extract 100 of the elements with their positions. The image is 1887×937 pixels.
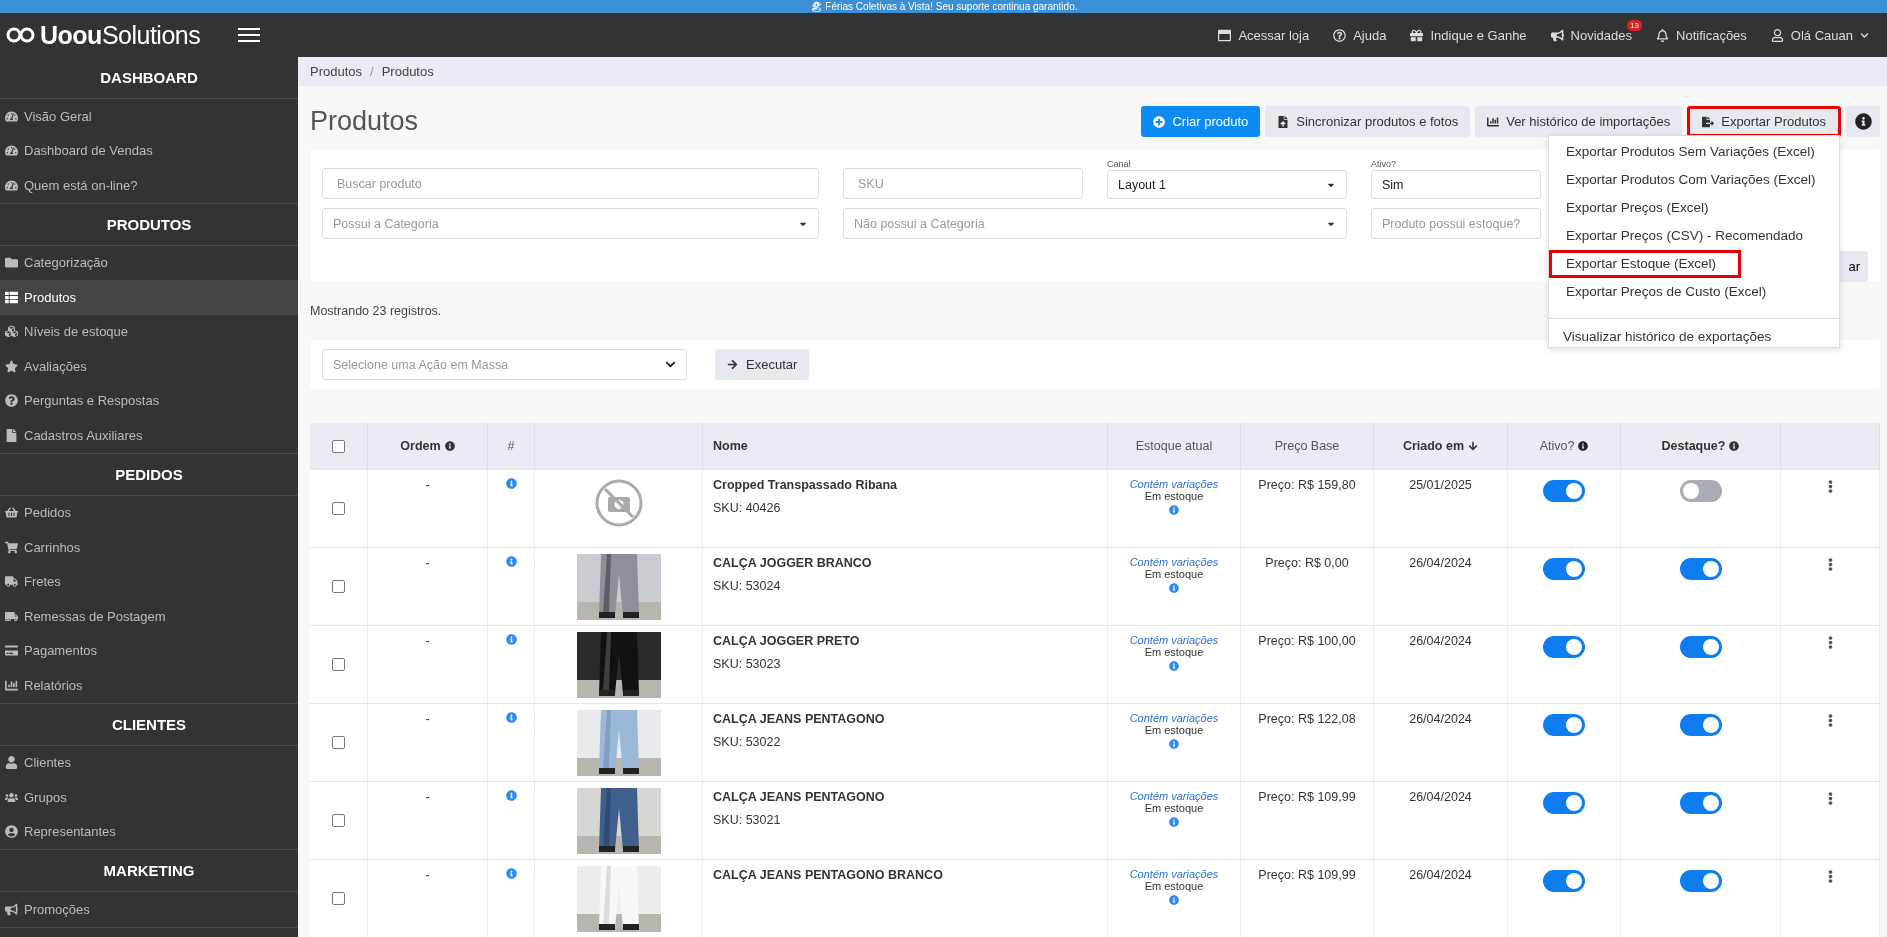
info-icon[interactable] <box>505 712 517 723</box>
channel-select[interactable]: Layout 1 <box>1107 170 1347 200</box>
menu-item[interactable]: Exportar Estoque (Excel) <box>1549 250 1741 279</box>
variations-link[interactable]: Contém variações <box>1129 790 1219 802</box>
featured-toggle[interactable] <box>1679 870 1722 892</box>
banner-text: 🏖 Férias Coletivas à Vista! Seu suporte continua garantido. <box>809 0 1078 13</box>
sidebar-item[interactable]: Cadastros Auxiliares <box>0 418 298 453</box>
info-icon[interactable] <box>505 868 517 879</box>
breadcrumb-link[interactable]: Produtos <box>381 64 434 80</box>
info-icon[interactable] <box>505 634 517 645</box>
variations-link[interactable]: Contém variações <box>1129 478 1219 490</box>
menu-icon[interactable] <box>238 27 261 43</box>
price-text: Preço: R$ 109,99 <box>1258 868 1356 882</box>
active-toggle[interactable] <box>1543 558 1585 580</box>
row-checkbox[interactable] <box>332 658 345 671</box>
sidebar-item[interactable]: Fretes <box>0 564 298 599</box>
menu-item[interactable]: Visualizar histórico de exportações <box>1549 319 1839 348</box>
sidebar-item[interactable]: Promoções <box>0 892 298 927</box>
top-nav-link[interactable]: Ajuda <box>1321 20 1399 50</box>
sidebar-item[interactable]: Pagamentos <box>0 633 298 668</box>
action-button[interactable]: Exportar Produtos <box>1687 106 1841 138</box>
info-button[interactable] <box>1846 106 1880 138</box>
search-field[interactable]: Buscar produto <box>322 168 819 200</box>
sidebar-item[interactable]: Grupos <box>0 780 298 815</box>
info-icon[interactable] <box>505 790 517 801</box>
variations-link[interactable]: Contém variações <box>1129 634 1219 646</box>
bell-icon <box>1656 28 1670 42</box>
top-nav-link[interactable]: Novidades 13 <box>1538 20 1645 50</box>
sku-field[interactable]: SKU <box>843 168 1083 200</box>
row-checkbox[interactable] <box>332 580 345 593</box>
table-cell: - <box>425 790 430 804</box>
row-checkbox[interactable] <box>332 892 345 905</box>
active-toggle[interactable] <box>1543 792 1585 814</box>
info-icon[interactable] <box>1169 817 1179 827</box>
row-checkbox[interactable] <box>332 736 345 749</box>
menu-item[interactable]: Exportar Preços (CSV) - Recomendado <box>1549 222 1839 251</box>
featured-toggle[interactable] <box>1679 714 1722 736</box>
sidebar-item[interactable]: Níveis de estoque <box>0 314 298 349</box>
column-header[interactable]: Criado em <box>1374 423 1508 469</box>
info-icon[interactable] <box>1169 505 1179 515</box>
info-icon[interactable] <box>1169 583 1179 593</box>
info-icon[interactable] <box>1169 895 1179 905</box>
cubes-icon <box>5 325 18 339</box>
row-checkbox[interactable] <box>332 814 345 827</box>
menu-item[interactable]: Exportar Produtos Com Variações (Excel) <box>1549 166 1839 195</box>
top-nav-link[interactable]: Acessar loja <box>1206 20 1322 50</box>
select-all-checkbox[interactable] <box>332 439 345 453</box>
featured-toggle[interactable] <box>1679 480 1722 502</box>
active-toggle[interactable] <box>1543 714 1585 736</box>
column-header: Ativo? <box>1508 423 1621 469</box>
featured-toggle[interactable] <box>1679 558 1722 580</box>
sidebar-item[interactable]: Perguntas e Respostas <box>0 383 298 418</box>
featured-toggle[interactable] <box>1679 636 1722 658</box>
action-button[interactable]: Criar produto <box>1141 106 1261 138</box>
product-sku: SKU: 53021 <box>712 813 781 827</box>
active-toggle[interactable] <box>1543 870 1585 892</box>
sidebar-item[interactable]: Produtos <box>0 280 298 315</box>
no-photo-icon <box>593 478 644 528</box>
featured-toggle[interactable] <box>1679 792 1722 814</box>
sidebar-item[interactable]: Dashboard de Vendas <box>0 133 298 168</box>
product-sku: SKU: 40426 <box>712 501 781 515</box>
variations-link[interactable]: Contém variações <box>1129 712 1219 724</box>
variations-link[interactable]: Contém variações <box>1129 868 1219 880</box>
info-icon[interactable] <box>505 478 517 489</box>
sidebar-item[interactable]: Visão Geral <box>0 99 298 134</box>
sidebar-item[interactable]: Relatórios <box>0 668 298 703</box>
column-header: Preço Base <box>1241 423 1374 469</box>
menu-item[interactable]: Exportar Preços de Custo (Excel) <box>1549 278 1839 307</box>
menu-item[interactable]: Exportar Produtos Sem Variações (Excel) <box>1549 138 1839 167</box>
active-toggle[interactable] <box>1543 480 1585 502</box>
sidebar-item[interactable]: Representantes <box>0 814 298 849</box>
info-icon[interactable] <box>1169 739 1179 749</box>
breadcrumb-link[interactable]: Produtos <box>310 64 363 80</box>
sidebar-item[interactable]: Quem está on-line? <box>0 168 298 203</box>
created-date: 26/04/2024 <box>1409 868 1472 882</box>
sidebar-item[interactable]: Pedidos <box>0 495 298 530</box>
sidebar-item[interactable]: Categorização <box>0 245 298 280</box>
menu-item[interactable]: Exportar Preços (Excel) <box>1549 194 1839 223</box>
active-select[interactable]: Sim <box>1371 170 1541 200</box>
active-toggle[interactable] <box>1543 636 1585 658</box>
action-button[interactable]: Ver histórico de importações <box>1475 106 1683 138</box>
variations-link[interactable]: Contém variações <box>1129 556 1219 568</box>
sidebar-item[interactable]: Avaliações <box>0 349 298 384</box>
sidebar-item[interactable]: Remessas de Postagem <box>0 599 298 634</box>
sidebar-item[interactable]: Clientes <box>0 745 298 780</box>
sidebar-section-title: MARKETING <box>0 850 298 892</box>
top-nav-link[interactable]: Olá Cauan <box>1758 20 1881 50</box>
created-date: 26/04/2024 <box>1409 790 1472 804</box>
plus-icon <box>1153 115 1166 128</box>
arrow-right-icon <box>727 359 738 371</box>
sidebar-section-title: CLIENTES <box>0 703 298 746</box>
row-checkbox[interactable] <box>332 502 345 515</box>
top-nav-link[interactable]: Notificações <box>1644 20 1759 50</box>
help-icon <box>5 394 18 408</box>
execute-button[interactable]: Executar <box>715 349 810 381</box>
top-nav-link[interactable]: Indique e Ganhe <box>1398 20 1539 50</box>
sidebar-item[interactable]: Carrinhos <box>0 530 298 565</box>
info-icon[interactable] <box>1169 661 1179 671</box>
info-icon[interactable] <box>505 556 517 567</box>
action-button[interactable]: Sincronizar produtos e fotos <box>1265 106 1471 138</box>
